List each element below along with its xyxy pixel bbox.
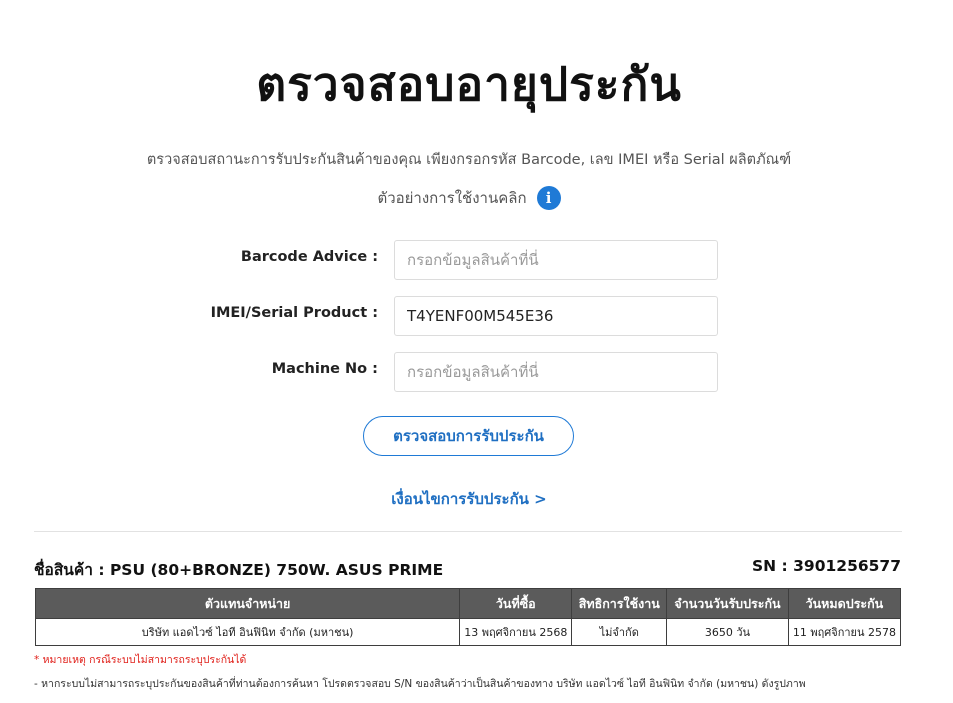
note-detail: - หากระบบไม่สามารถระบุประกันของสินค้าที่… [34, 678, 806, 690]
product-name: ชื่อสินค้า : PSU (80+BRONZE) 750W. ASUS … [34, 561, 444, 579]
header-expiry-date: วันหมดประกัน [787, 588, 902, 619]
cell-expiry-date: 11 พฤศจิกายน 2578 [787, 618, 902, 646]
serial-number: SN : 3901256577 [752, 557, 901, 575]
imei-input[interactable] [394, 296, 718, 336]
info-icon[interactable]: i [536, 186, 561, 210]
note-remark: * หมายเหตุ กรณีระบบไม่สามารถระบุประกันได… [34, 654, 247, 666]
warranty-conditions-link[interactable]: เงื่อนไขการรับประกัน > [0, 487, 938, 511]
header-dealer: ตัวแทนจำหน่าย [34, 588, 461, 619]
cell-purchase-date: 13 พฤศจิกายน 2568 [459, 618, 573, 646]
machine-row: Machine No : [0, 352, 953, 392]
header-usage-rights: สิทธิการใช้งาน [571, 588, 668, 619]
warranty-table: ตัวแทนจำหน่าย วันที่ซื้อ สิทธิการใช้งาน … [34, 588, 902, 646]
barcode-input[interactable] [394, 240, 718, 280]
imei-label: IMEI/Serial Product : [210, 305, 378, 321]
barcode-row: Barcode Advice : [0, 240, 953, 280]
page-subtitle: ตรวจสอบสถานะการรับประกันสินค้าของคุณ เพี… [146, 152, 792, 168]
table-row: บริษัท แอดไวซ์ ไอที อินฟินิท จำกัด (มหาช… [34, 618, 902, 646]
cell-usage-rights: ไม่จำกัด [571, 618, 668, 646]
imei-row: IMEI/Serial Product : [0, 296, 953, 336]
usage-example-row: ตัวอย่างการใช้งานคลิก i [0, 186, 938, 210]
check-warranty-button[interactable]: ตรวจสอบการรับประกัน [363, 416, 574, 456]
barcode-label: Barcode Advice : [240, 249, 378, 265]
divider [34, 531, 902, 532]
usage-example-label: ตัวอย่างการใช้งานคลิก [377, 189, 527, 207]
machine-input[interactable] [394, 352, 718, 392]
header-purchase-date: วันที่ซื้อ [459, 588, 573, 619]
header-warranty-days: จำนวนวันรับประกัน [666, 588, 789, 619]
page-title: ตรวจสอบอายุประกัน [256, 57, 682, 111]
cell-warranty-days: 3650 วัน [666, 618, 789, 646]
machine-label: Machine No : [271, 361, 378, 377]
table-header-row: ตัวแทนจำหน่าย วันที่ซื้อ สิทธิการใช้งาน … [34, 588, 902, 619]
cell-dealer: บริษัท แอดไวซ์ ไอที อินฟินิท จำกัด (มหาช… [34, 618, 461, 646]
